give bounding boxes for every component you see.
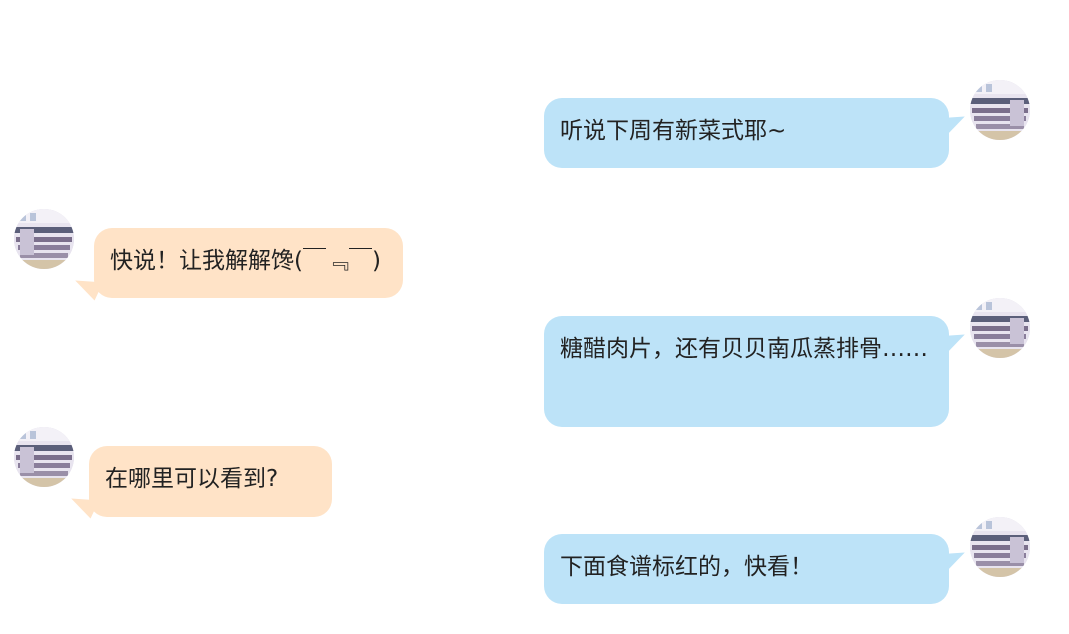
avatar[interactable] <box>970 298 1030 358</box>
message-text: 听说下周有新菜式耶~ <box>560 118 787 144</box>
classroom-avatar-icon <box>14 209 74 269</box>
classroom-avatar-icon <box>970 80 1030 140</box>
message-bubble-right: 糖醋肉片，还有贝贝南瓜蒸排骨…… <box>544 316 949 427</box>
message-bubble-left: 在哪里可以看到? <box>89 446 332 517</box>
message-text: 在哪里可以看到? <box>105 466 279 492</box>
classroom-avatar-icon <box>970 298 1030 358</box>
avatar[interactable] <box>970 517 1030 577</box>
avatar[interactable] <box>970 80 1030 140</box>
classroom-avatar-icon <box>970 517 1030 577</box>
classroom-avatar-icon <box>14 427 74 487</box>
message-bubble-right: 听说下周有新菜式耶~ <box>544 98 949 168</box>
avatar[interactable] <box>14 427 74 487</box>
message-bubble-right: 下面食谱标红的，快看！ <box>544 534 949 604</box>
message-bubble-left: 快说！让我解解馋(￣﹃￣) <box>94 228 403 298</box>
message-text: 快说！让我解解馋(￣﹃￣) <box>110 248 381 274</box>
message-text: 下面食谱标红的，快看！ <box>560 554 813 580</box>
message-text: 糖醋肉片，还有贝贝南瓜蒸排骨…… <box>560 336 928 362</box>
chat-area: 听说下周有新菜式耶~ 快说！让我解解馋(￣﹃￣) 糖醋肉片，还有贝贝南瓜蒸排骨…… <box>0 0 1069 634</box>
avatar[interactable] <box>14 209 74 269</box>
